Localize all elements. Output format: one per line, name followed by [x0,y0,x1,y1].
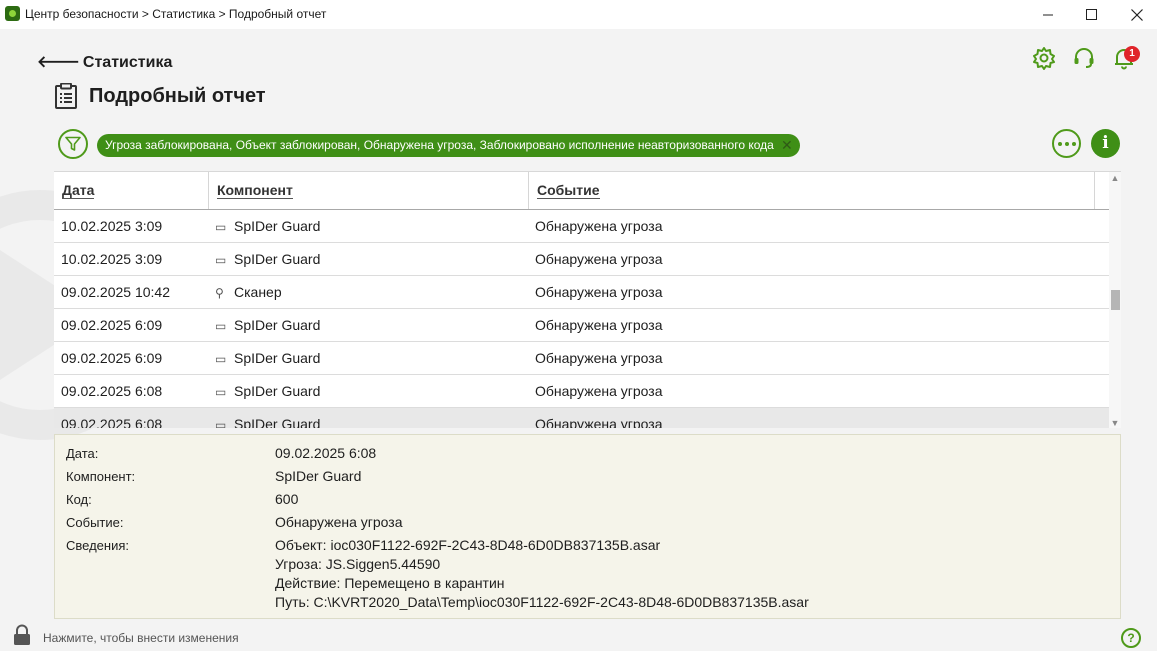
cell-date: 09.02.2025 6:08 [61,383,163,399]
scroll-up-arrow-icon[interactable]: ▲ [1109,172,1121,184]
support-headset-icon[interactable] [1072,46,1096,70]
detail-label-event: Событие: [66,515,124,530]
cell-event: Обнаружена угроза [535,251,663,267]
unlock-changes-link[interactable]: Нажмите, чтобы внести изменения [43,631,239,645]
drive-icon: ▭ [215,352,227,366]
notification-count-badge: 1 [1124,46,1140,62]
events-table: Дата Компонент Событие 10.02.2025 3:09 ▭ S… [54,171,1121,428]
cell-event: Обнаружена угроза [535,350,663,366]
minimize-icon [1042,14,1053,16]
detail-value-threat: Угроза: JS.Siggen5.44590 [275,556,441,572]
component-name: SpIDer Guard [234,383,321,399]
cell-date: 09.02.2025 6:09 [61,350,163,366]
detail-label-code: Код: [66,492,92,507]
dot-icon [1064,141,1069,146]
detail-value-event: Обнаружена угроза [275,514,403,530]
filter-chip-label: Угроза заблокирована, Объект заблокирова… [105,138,774,152]
table-row[interactable]: 09.02.2025 6:08 ▭ SpIDer Guard Обнаружена у… [54,408,1109,428]
cell-component: ▭ SpIDer Guard [215,309,320,342]
more-options-button[interactable] [1052,129,1081,158]
component-name: SpIDer Guard [234,218,321,234]
detail-label-date: Дата: [66,446,99,461]
cell-date: 09.02.2025 6:08 [61,416,163,428]
report-clipboard-icon [55,83,77,109]
dot-icon [1071,141,1076,146]
component-name: SpIDer Guard [234,350,321,366]
table-row[interactable]: 09.02.2025 6:08 ▭ SpIDer Guard Обнаружена у… [54,375,1109,408]
table-row[interactable]: 09.02.2025 6:09 ▭ SpIDer Guard Обнаружена у… [54,309,1109,342]
drive-icon: ▭ [215,220,227,234]
maximize-button[interactable] [1068,0,1114,29]
table-body: 10.02.2025 3:09 ▭ SpIDer Guard Обнаружена у… [54,210,1109,428]
filter-button[interactable] [58,129,88,159]
back-to-statistics-link[interactable]: 🡐 Статистика [37,51,172,72]
table-row[interactable]: 09.02.2025 10:42 ⚲ Сканер Обнаружена угроза [54,276,1109,309]
drive-icon: ▭ [215,319,227,333]
help-button[interactable]: ? [1121,628,1141,648]
detail-value-action: Действие: Перемещено в карантин [275,575,505,591]
app-logo-icon [5,6,20,21]
info-button[interactable]: i [1091,129,1120,158]
event-details-panel: Дата: 09.02.2025 6:08 Компонент: SpIDer … [54,434,1121,619]
filter-chip[interactable]: Угроза заблокирована, Объект заблокирова… [97,134,800,157]
table-header: Дата Компонент Событие [54,172,1109,210]
cell-date: 10.02.2025 3:09 [61,218,163,234]
settings-gear-icon[interactable] [1032,46,1056,70]
magnifier-icon: ⚲ [215,286,224,300]
detail-value-path: Путь: C:\KVRT2020_Data\Temp\ioc030F1122-… [275,594,809,610]
cell-event: Обнаружена угроза [535,383,663,399]
drive-icon: ▭ [215,253,227,267]
cell-component: ▭ SpIDer Guard [215,342,320,375]
minimize-button[interactable] [1025,0,1071,29]
cell-event: Обнаружена угроза [535,416,663,428]
cell-date: 09.02.2025 6:09 [61,317,163,333]
column-header-event[interactable]: Событие [529,172,1095,209]
cell-event: Обнаружена угроза [535,317,663,333]
table-row[interactable]: 10.02.2025 3:09 ▭ SpIDer Guard Обнаружена у… [54,210,1109,243]
dot-icon [1057,141,1062,146]
component-name: Сканер [234,284,282,300]
cell-event: Обнаружена угроза [535,218,663,234]
column-header-component[interactable]: Компонент [209,172,529,209]
page-title: Подробный отчет [89,85,266,107]
component-name: SpIDer Guard [234,317,321,333]
detail-value-date: 09.02.2025 6:08 [275,445,377,461]
close-icon [1131,8,1143,21]
cell-component: ⚲ Сканер [215,276,282,309]
detail-label-component: Компонент: [66,469,136,484]
cell-date: 10.02.2025 3:09 [61,251,163,267]
detail-value-code: 600 [275,491,299,507]
cell-event: Обнаружена угроза [535,284,663,300]
drive-icon: ▭ [215,385,227,399]
drive-icon: ▭ [215,418,227,428]
cell-date: 09.02.2025 10:42 [61,284,170,300]
remove-filter-icon[interactable]: ✕ [780,134,794,157]
detail-value-object: Объект: ioc030F1122-692F-2C43-8D48-6D0DB… [275,537,661,553]
maximize-icon [1085,9,1097,20]
component-name: SpIDer Guard [234,251,321,267]
column-header-date[interactable]: Дата [54,172,209,209]
component-name: SpIDer Guard [234,416,321,428]
filter-funnel-icon [65,136,81,151]
lock-icon[interactable] [12,624,32,646]
close-window-button[interactable] [1114,0,1157,29]
detail-label-info: Сведения: [66,538,130,553]
table-row[interactable]: 10.02.2025 3:09 ▭ SpIDer Guard Обнаружена у… [54,243,1109,276]
table-row[interactable]: 09.02.2025 6:09 ▭ SpIDer Guard Обнаружена у… [54,342,1109,375]
cell-component: ▭ SpIDer Guard [215,210,320,243]
window-title: Центр безопасности > Статистика > Подроб… [25,7,327,21]
scroll-down-arrow-icon[interactable]: ▼ [1109,417,1121,428]
arrow-left-icon: 🡐 [37,54,80,71]
cell-component: ▭ SpIDer Guard [215,375,320,408]
back-link-label: Статистика [82,54,173,71]
table-scrollbar[interactable]: ▲ ▼ [1109,172,1121,428]
cell-component: ▭ SpIDer Guard [215,243,320,276]
cell-component: ▭ SpIDer Guard [215,408,320,428]
scroll-thumb[interactable] [1111,290,1120,310]
detail-value-component: SpIDer Guard [275,468,362,484]
title-bar: Центр безопасности > Статистика > Подроб… [0,0,1157,29]
